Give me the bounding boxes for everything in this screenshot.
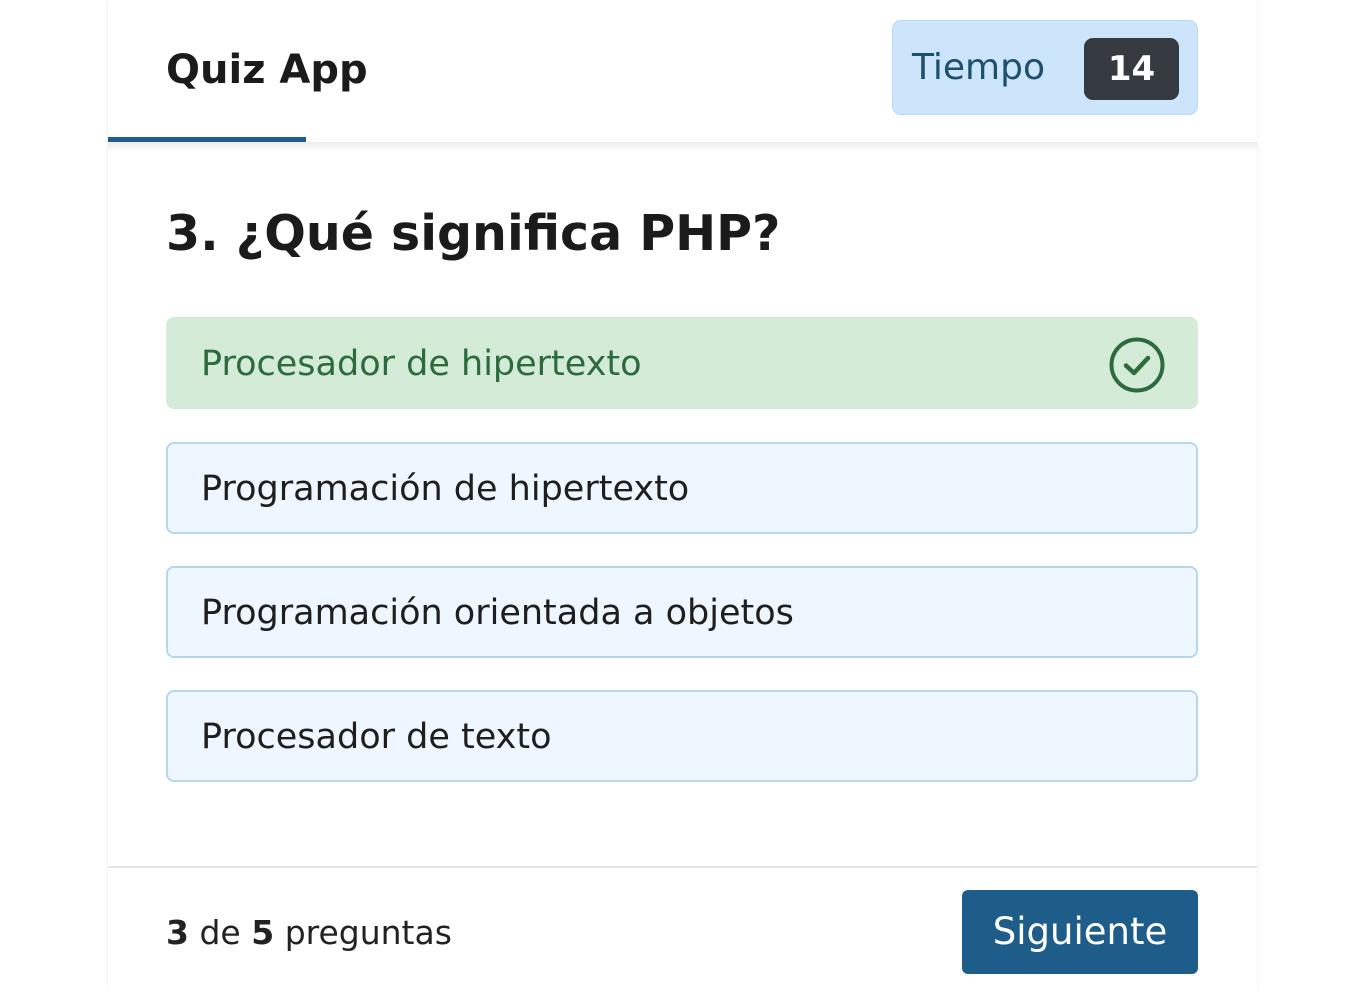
quiz-card: Quiz App Tiempo 14 3. ¿Qué significa PHP… [108,0,1257,993]
check-circle-icon [1109,337,1165,393]
option-1[interactable]: Procesador de hipertexto [166,317,1198,409]
counter-suffix: preguntas [284,913,452,952]
option-label: Programación orientada a objetos [201,593,794,633]
question-counter: 3 de 5 preguntas [166,910,452,956]
quiz-header: Quiz App Tiempo 14 [108,0,1257,143]
option-2[interactable]: Programación de hipertexto [166,442,1198,534]
timer-box: Tiempo 14 [892,20,1198,115]
counter-of: de [199,913,241,952]
app-title: Quiz App [166,47,368,93]
option-4[interactable]: Procesador de texto [166,690,1198,782]
timer-label: Tiempo [912,47,1045,88]
header-divider [108,142,1257,152]
option-label: Procesador de texto [201,717,552,757]
option-3[interactable]: Programación orientada a objetos [166,566,1198,658]
next-button[interactable]: Siguiente [962,890,1198,974]
quiz-footer: 3 de 5 preguntas Siguiente [108,866,1257,993]
question-text: 3. ¿Qué significa PHP? [166,205,781,262]
counter-current: 3 [166,913,189,952]
option-label: Programación de hipertexto [201,469,690,509]
option-label: Procesador de hipertexto [201,344,642,384]
timer-value: 14 [1084,38,1179,100]
counter-total: 5 [251,913,275,952]
